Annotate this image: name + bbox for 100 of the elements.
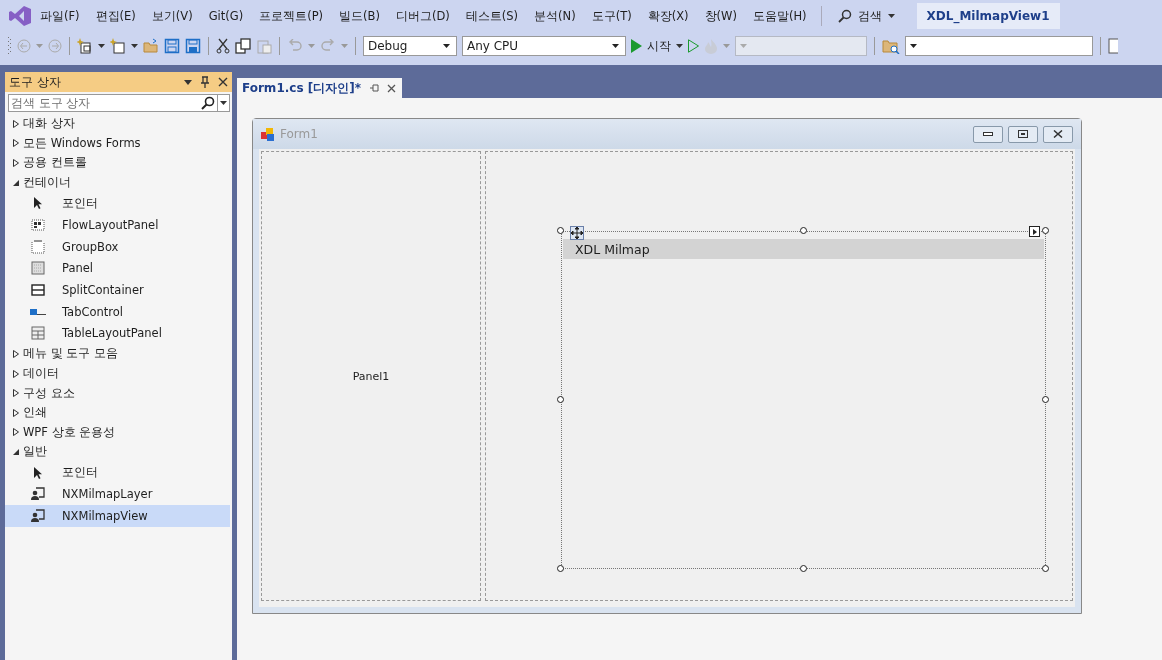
collapsed-icon xyxy=(13,350,19,358)
new-project-icon[interactable] xyxy=(77,38,93,54)
caret-icon xyxy=(676,44,683,48)
menu-item[interactable]: 창(W) xyxy=(696,8,745,24)
caret-icon xyxy=(910,44,917,48)
document-tab[interactable]: Form1.cs [디자인]* xyxy=(237,78,402,98)
toolbox-group[interactable]: 구성 요소 xyxy=(5,383,232,403)
minimize-icon xyxy=(983,132,993,136)
close-icon[interactable] xyxy=(218,77,228,87)
menu-item[interactable]: 확장(X) xyxy=(639,8,697,24)
toolbox-item[interactable]: Panel xyxy=(5,257,230,280)
close-icon xyxy=(1053,130,1063,138)
menu-item[interactable]: 분석(N) xyxy=(526,8,584,24)
menu-item[interactable]: Git(G) xyxy=(200,9,252,23)
panel-title: 도구 상자 xyxy=(9,73,62,91)
toolbox-group[interactable]: 데이터 xyxy=(5,363,232,384)
caret-icon xyxy=(612,44,619,48)
resize-handle[interactable] xyxy=(557,396,564,403)
menu-item[interactable]: 도움말(H) xyxy=(744,8,815,24)
resize-handle[interactable] xyxy=(557,565,564,572)
caret-icon xyxy=(98,44,105,48)
search-icon xyxy=(837,9,852,23)
form-title: Form1 xyxy=(280,127,318,141)
group-control-icon xyxy=(30,238,46,255)
user-control-icon xyxy=(30,486,46,503)
caret-icon xyxy=(443,44,450,48)
map-view-control[interactable]: XDL Milmap xyxy=(561,231,1046,569)
toolbox-group[interactable]: 공용 컨트롤 xyxy=(5,153,232,173)
search-button[interactable]: 검색 xyxy=(827,7,905,25)
save-icon[interactable] xyxy=(164,38,180,54)
resize-handle[interactable] xyxy=(799,565,807,572)
resize-handle[interactable] xyxy=(1042,227,1049,234)
toolbox-item[interactable]: 포인터 xyxy=(5,461,230,484)
close-icon[interactable] xyxy=(386,83,396,93)
smart-tag-button[interactable] xyxy=(1029,226,1040,237)
start-without-debugging-icon[interactable] xyxy=(688,39,699,53)
toolbox-group[interactable]: 컨테이너 xyxy=(5,172,232,193)
toolbox-group[interactable]: 일반 xyxy=(5,442,232,462)
pin-icon[interactable] xyxy=(200,76,210,88)
cut-icon[interactable] xyxy=(216,38,230,54)
toolbox-item[interactable]: SplitContainer xyxy=(5,279,230,301)
collapsed-icon xyxy=(13,139,19,148)
resize-handle[interactable] xyxy=(1042,565,1049,572)
collapsed-icon xyxy=(13,408,19,417)
menu-item[interactable]: 편집(E) xyxy=(87,8,144,24)
menu-item[interactable]: 디버그(D) xyxy=(388,8,458,24)
caret-icon xyxy=(308,44,315,48)
resize-handle[interactable] xyxy=(799,227,807,234)
find-in-files-icon[interactable] xyxy=(882,38,900,54)
start-button[interactable]: 시작 xyxy=(631,37,683,55)
menu-item[interactable]: 도구(T) xyxy=(583,8,640,24)
expanded-icon xyxy=(13,179,19,186)
collapsed-icon xyxy=(13,389,19,398)
collapsed-icon xyxy=(13,119,19,128)
grip-icon xyxy=(8,37,12,55)
menu-item[interactable]: 프로젝트(P) xyxy=(251,8,332,24)
caret-icon xyxy=(131,44,138,48)
dropdown-icon[interactable] xyxy=(184,79,192,85)
menu-item[interactable]: 빌드(B) xyxy=(331,8,388,24)
save-all-icon[interactable] xyxy=(185,38,201,54)
pin-icon[interactable] xyxy=(368,84,379,92)
toolbar-overflow-icon[interactable] xyxy=(1108,38,1118,54)
toolbox-group[interactable]: 인쇄 xyxy=(5,402,232,423)
platform-dropdown[interactable]: Any CPU xyxy=(462,36,626,56)
configuration-dropdown[interactable]: Debug xyxy=(363,36,457,56)
control-title: XDL Milmap xyxy=(575,241,650,257)
maximize-button[interactable] xyxy=(1008,125,1038,143)
toolbox-item[interactable]: FlowLayoutPanel xyxy=(5,214,230,236)
resize-handle[interactable] xyxy=(557,227,564,234)
toolbox-group[interactable]: 메뉴 및 도구 모음 xyxy=(5,344,232,364)
add-item-icon[interactable] xyxy=(110,38,126,54)
resize-handle[interactable] xyxy=(1042,396,1049,403)
move-handle[interactable] xyxy=(570,226,584,240)
minimize-button[interactable] xyxy=(973,125,1003,143)
toolbox-item[interactable]: TableLayoutPanel xyxy=(5,322,230,345)
toolbox-item[interactable]: TabControl xyxy=(5,300,230,323)
triangle-icon xyxy=(1032,228,1037,235)
menu-item[interactable]: 보기(V) xyxy=(143,8,201,24)
move-icon xyxy=(571,227,583,239)
panel-control-icon xyxy=(30,260,46,277)
toolbox-group[interactable]: WPF 상호 운용성 xyxy=(5,422,232,443)
maximize-icon xyxy=(1018,130,1028,138)
caret-icon xyxy=(887,14,895,18)
toolbox-group[interactable]: 대화 상자 xyxy=(5,114,232,134)
toolbox-item[interactable]: 포인터 xyxy=(5,192,230,215)
user-control-icon xyxy=(30,507,46,524)
toolbox-item[interactable]: GroupBox xyxy=(5,235,230,258)
toolbox-item[interactable]: NXMilmapView xyxy=(5,505,230,527)
toolbox-group[interactable]: 모든 Windows Forms xyxy=(5,133,232,154)
find-dropdown[interactable] xyxy=(905,36,1093,56)
menu-item[interactable]: 파일(F) xyxy=(32,8,88,24)
caret-icon xyxy=(740,44,747,48)
solution-title: XDL_MilmapView1 xyxy=(916,3,1060,29)
expanded-icon xyxy=(13,448,19,455)
menu-item[interactable]: 테스트(S) xyxy=(457,8,527,24)
copy-icon[interactable] xyxy=(235,38,251,54)
close-button[interactable] xyxy=(1043,125,1073,143)
form-icon xyxy=(261,127,275,141)
caret-icon xyxy=(723,44,730,48)
toolbox-item[interactable]: NXMilmapLayer xyxy=(5,483,230,506)
